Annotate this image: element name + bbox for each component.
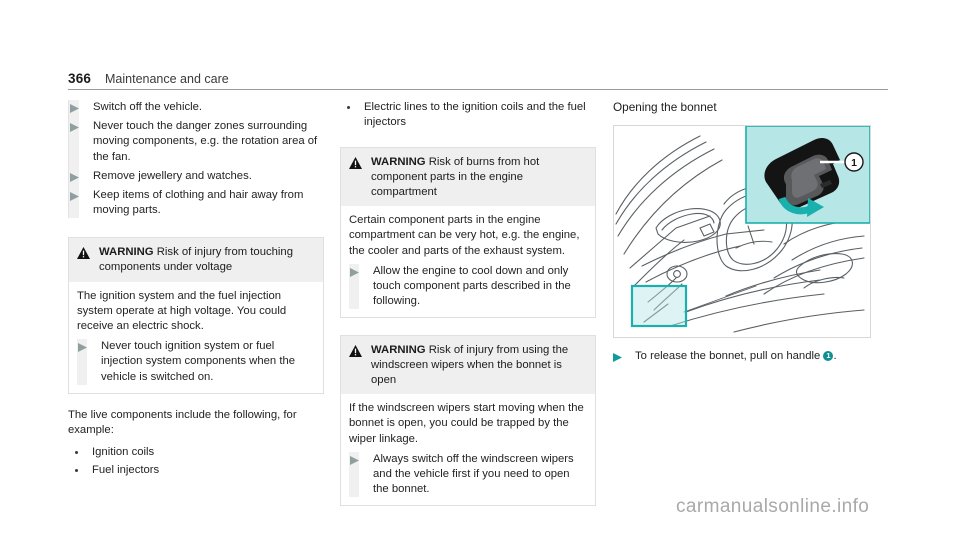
step-item: Switch off the vehicle. bbox=[69, 100, 324, 120]
warning-label: WARNING bbox=[371, 344, 426, 357]
site-watermark: carmanualsonline.info bbox=[676, 496, 870, 517]
footwell-drawing: 1 bbox=[614, 126, 870, 337]
steps-block-safety: Switch off the vehicle. Never touch the … bbox=[68, 100, 324, 219]
warning-body: If the windscreen wipers start moving wh… bbox=[341, 394, 595, 505]
warning-box-voltage: WARNING Risk of injury from touching com… bbox=[68, 237, 324, 394]
step-arrow-icon bbox=[77, 339, 101, 353]
handle-callout-badge: 1 bbox=[823, 351, 834, 361]
step-item: Remove jewellery and watches. bbox=[69, 168, 324, 189]
list-item: Fuel injectors bbox=[68, 463, 324, 478]
warning-headline: WARNING Risk of injury from touching com… bbox=[99, 245, 315, 274]
warning-box-wipers: WARNING Risk of injury from using the wi… bbox=[340, 335, 596, 507]
handle-inset: 1 bbox=[745, 126, 870, 224]
column-middle: Electric lines to the ignition coils and… bbox=[340, 100, 596, 507]
step-item: Keep items of clothing and hair away fro… bbox=[69, 188, 324, 219]
step-arrow-icon bbox=[349, 264, 373, 277]
caption-step: To release the bonnet, pull on handle 1. bbox=[613, 349, 888, 364]
warning-step-list: Never touch ignition system or fuel inje… bbox=[77, 339, 315, 385]
bullet-dot-icon bbox=[75, 469, 78, 473]
step-item: Allow the engine to cool down and only t… bbox=[349, 263, 587, 310]
callout-number: 1 bbox=[851, 157, 857, 169]
list-item: Electric lines to the ignition coils and… bbox=[340, 100, 596, 130]
warning-headline: WARNING Risk of burns from hot component… bbox=[371, 155, 587, 199]
warning-body: The ignition system and the fuel injecti… bbox=[69, 282, 323, 393]
bonnet-release-illustration: 1 bbox=[613, 125, 871, 338]
warning-label: WARNING bbox=[99, 246, 154, 259]
warning-triangle-icon bbox=[77, 245, 99, 264]
warning-header: WARNING Risk of burns from hot component… bbox=[341, 148, 595, 207]
warning-body: Certain component parts in the engine co… bbox=[341, 206, 595, 317]
page-title: Maintenance and care bbox=[105, 72, 229, 86]
warning-triangle-icon bbox=[349, 343, 371, 362]
step-item: Never touch ignition system or fuel inje… bbox=[77, 339, 315, 385]
step-arrow-icon bbox=[69, 119, 93, 133]
step-text: Never touch the danger zones surrounding… bbox=[93, 120, 318, 163]
caption-step-text: To release the bonnet, pull on handle 1. bbox=[635, 349, 888, 364]
warning-step-list: Allow the engine to cool down and only t… bbox=[349, 263, 587, 310]
step-item: Never touch the danger zones surrounding… bbox=[69, 119, 324, 169]
step-arrow-icon bbox=[69, 169, 93, 182]
header-divider bbox=[68, 89, 888, 90]
page-number: 366 bbox=[68, 71, 92, 86]
step-text: Keep items of clothing and hair away fro… bbox=[93, 189, 304, 217]
warning-body-text: The ignition system and the fuel injecti… bbox=[77, 289, 287, 333]
step-text: Allow the engine to cool down and only t… bbox=[373, 264, 571, 308]
list-item-text: Fuel injectors bbox=[92, 464, 160, 477]
warning-body-text: Certain component parts in the engine co… bbox=[349, 214, 580, 257]
warning-header: WARNING Risk of injury from touching com… bbox=[69, 238, 323, 282]
step-arrow-icon bbox=[349, 452, 373, 465]
bullet-dot-icon bbox=[75, 451, 78, 455]
warning-triangle-icon bbox=[349, 155, 371, 174]
column-right: Opening the bonnet 1 To release the bonn… bbox=[613, 100, 888, 364]
live-components-intro: The live components include the followin… bbox=[68, 408, 297, 437]
step-text: Switch off the vehicle. bbox=[93, 101, 203, 113]
list-item-text: Electric lines to the ignition coils and… bbox=[364, 101, 586, 129]
electric-lines-list: Electric lines to the ignition coils and… bbox=[340, 100, 596, 130]
list-item: Ignition coils bbox=[68, 445, 324, 460]
step-text: Always switch off the windscreen wipers … bbox=[373, 452, 574, 496]
warning-label: WARNING bbox=[371, 156, 426, 169]
bullet-dot-icon bbox=[347, 106, 350, 109]
warning-step-list: Always switch off the windscreen wipers … bbox=[349, 451, 587, 498]
caption-step-after: . bbox=[833, 350, 837, 362]
step-text: Never touch ignition system or fuel inje… bbox=[101, 340, 296, 383]
step-arrow-icon bbox=[613, 349, 635, 362]
step-list: Switch off the vehicle. Never touch the … bbox=[69, 100, 324, 219]
column-left: Switch off the vehicle. Never touch the … bbox=[68, 100, 324, 479]
step-item: Always switch off the windscreen wipers … bbox=[349, 451, 587, 498]
warning-body-text: If the windscreen wipers start moving wh… bbox=[349, 402, 584, 445]
step-arrow-icon bbox=[69, 100, 93, 113]
manual-page: 366 Maintenance and care Switch off the … bbox=[0, 0, 960, 533]
live-components-list: Ignition coils Fuel injectors bbox=[68, 445, 324, 478]
step-arrow-icon bbox=[69, 188, 93, 202]
list-item-text: Ignition coils bbox=[92, 446, 155, 459]
section-heading: Opening the bonnet bbox=[613, 100, 717, 114]
warning-header: WARNING Risk of injury from using the wi… bbox=[341, 336, 595, 395]
warning-headline: WARNING Risk of injury from using the wi… bbox=[371, 343, 587, 387]
warning-box-burns: WARNING Risk of burns from hot component… bbox=[340, 147, 596, 319]
step-text: Remove jewellery and watches. bbox=[93, 169, 252, 182]
caption-step-before: To release the bonnet, pull on handle bbox=[635, 350, 821, 362]
